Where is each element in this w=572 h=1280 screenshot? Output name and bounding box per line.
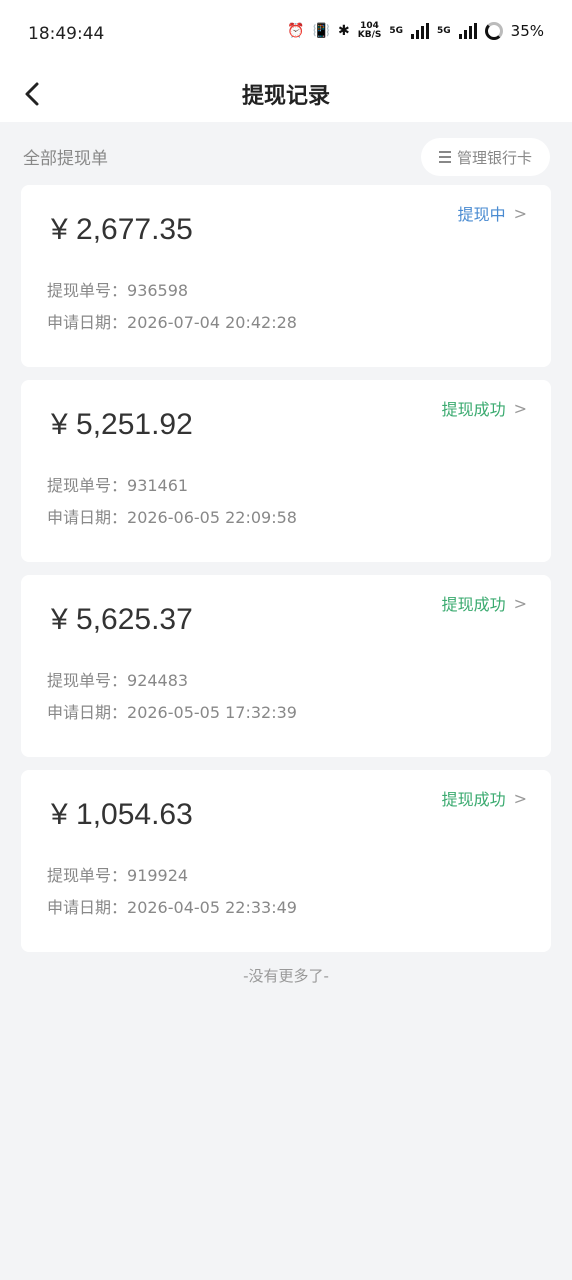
withdrawal-status[interactable]: 提现中 >	[458, 201, 527, 225]
order-number-row: 提现单号：919924	[47, 862, 188, 886]
withdrawal-status[interactable]: 提现成功 >	[442, 396, 527, 420]
page-title: 提现记录	[241, 83, 330, 109]
order-number-label: 提现单号：	[47, 476, 128, 495]
status-time: 18:49:44	[28, 24, 105, 44]
network-5g-1-label: 5G	[389, 25, 403, 36]
battery-icon	[484, 22, 503, 40]
battery-level: 35%	[510, 22, 544, 40]
order-number-row: 提现单号：931461	[47, 472, 188, 496]
withdrawal-card[interactable]: ¥ 2,677.35 提现中 > 提现单号：936598 申请日期：2026-0…	[21, 185, 551, 367]
bluetooth-icon: ✱	[338, 23, 350, 39]
status-bar: 18:49:44 ⏰ 📳 ✱ 104 KB/S 5G 5G 35%	[0, 0, 572, 68]
withdrawal-amount: ¥ 1,054.63	[51, 798, 193, 831]
apply-date: 2026-07-04 20:42:28	[127, 313, 297, 332]
chevron-right-icon: >	[513, 788, 527, 808]
withdrawal-status[interactable]: 提现成功 >	[442, 591, 527, 615]
filter-all-withdrawals[interactable]: 全部提现单	[23, 144, 108, 169]
chevron-right-icon: >	[513, 203, 527, 223]
alarm-icon: ⏰	[287, 23, 305, 39]
header: 提现记录	[0, 68, 572, 122]
manage-bank-card-button[interactable]: 管理银行卡	[420, 138, 550, 176]
chevron-right-icon: >	[513, 398, 527, 418]
order-number-label: 提现单号：	[47, 866, 128, 885]
apply-date-row: 申请日期：2026-06-05 22:09:58	[47, 504, 297, 528]
apply-date-label: 申请日期：	[47, 313, 128, 332]
signal-icon-1	[411, 23, 429, 39]
order-number: 919924	[127, 866, 189, 885]
network-5g-2-label: 5G	[437, 25, 451, 36]
order-number: 936598	[127, 281, 189, 300]
apply-date: 2026-05-05 17:32:39	[127, 703, 297, 722]
signal-icon-2	[458, 23, 477, 39]
order-number-row: 提现单号：936598	[47, 277, 188, 301]
order-number-row: 提现单号：924483	[47, 667, 188, 691]
withdrawal-card[interactable]: ¥ 5,251.92 提现成功 > 提现单号：931461 申请日期：2026-…	[21, 380, 551, 562]
order-number-label: 提现单号：	[47, 281, 128, 300]
apply-date-row: 申请日期：2026-05-05 17:32:39	[47, 699, 297, 723]
withdrawal-list: ¥ 2,677.35 提现中 > 提现单号：936598 申请日期：2026-0…	[21, 185, 551, 965]
withdrawal-amount: ¥ 5,251.92	[51, 408, 193, 441]
no-more-indicator: -没有更多了-	[243, 967, 329, 985]
withdrawal-amount: ¥ 2,677.35	[51, 213, 193, 246]
status-label: 提现成功	[441, 790, 506, 809]
net-speed-unit: KB/S	[357, 30, 382, 40]
apply-date-row: 申请日期：2026-07-04 20:42:28	[47, 309, 297, 333]
order-number: 931461	[127, 476, 189, 495]
order-number-label: 提现单号：	[47, 671, 128, 690]
withdrawal-status[interactable]: 提现成功 >	[442, 786, 527, 810]
vibrate-icon: 📳	[312, 23, 330, 39]
status-label: 提现中	[457, 205, 506, 224]
order-number: 924483	[127, 671, 189, 690]
apply-date-label: 申请日期：	[47, 898, 128, 917]
withdrawal-card[interactable]: ¥ 5,625.37 提现成功 > 提现单号：924483 申请日期：2026-…	[21, 575, 551, 757]
apply-date: 2026-06-05 22:09:58	[127, 508, 297, 527]
apply-date: 2026-04-05 22:33:49	[127, 898, 297, 917]
menu-icon	[438, 151, 451, 163]
apply-date-row: 申请日期：2026-04-05 22:33:49	[47, 894, 297, 918]
chevron-right-icon: >	[513, 593, 527, 613]
status-icons: ⏰ 📳 ✱ 104 KB/S 5G 5G 35%	[287, 22, 544, 40]
status-label: 提现成功	[441, 400, 506, 419]
net-speed: 104 KB/S	[358, 22, 382, 40]
apply-date-label: 申请日期：	[47, 703, 128, 722]
withdrawal-card[interactable]: ¥ 1,054.63 提现成功 > 提现单号：919924 申请日期：2026-…	[21, 770, 551, 952]
filter-row: 全部提现单 管理银行卡	[0, 122, 572, 184]
withdrawal-amount: ¥ 5,625.37	[51, 603, 193, 636]
status-label: 提现成功	[441, 595, 506, 614]
manage-bank-card-label: 管理银行卡	[456, 148, 532, 167]
apply-date-label: 申请日期：	[47, 508, 128, 527]
